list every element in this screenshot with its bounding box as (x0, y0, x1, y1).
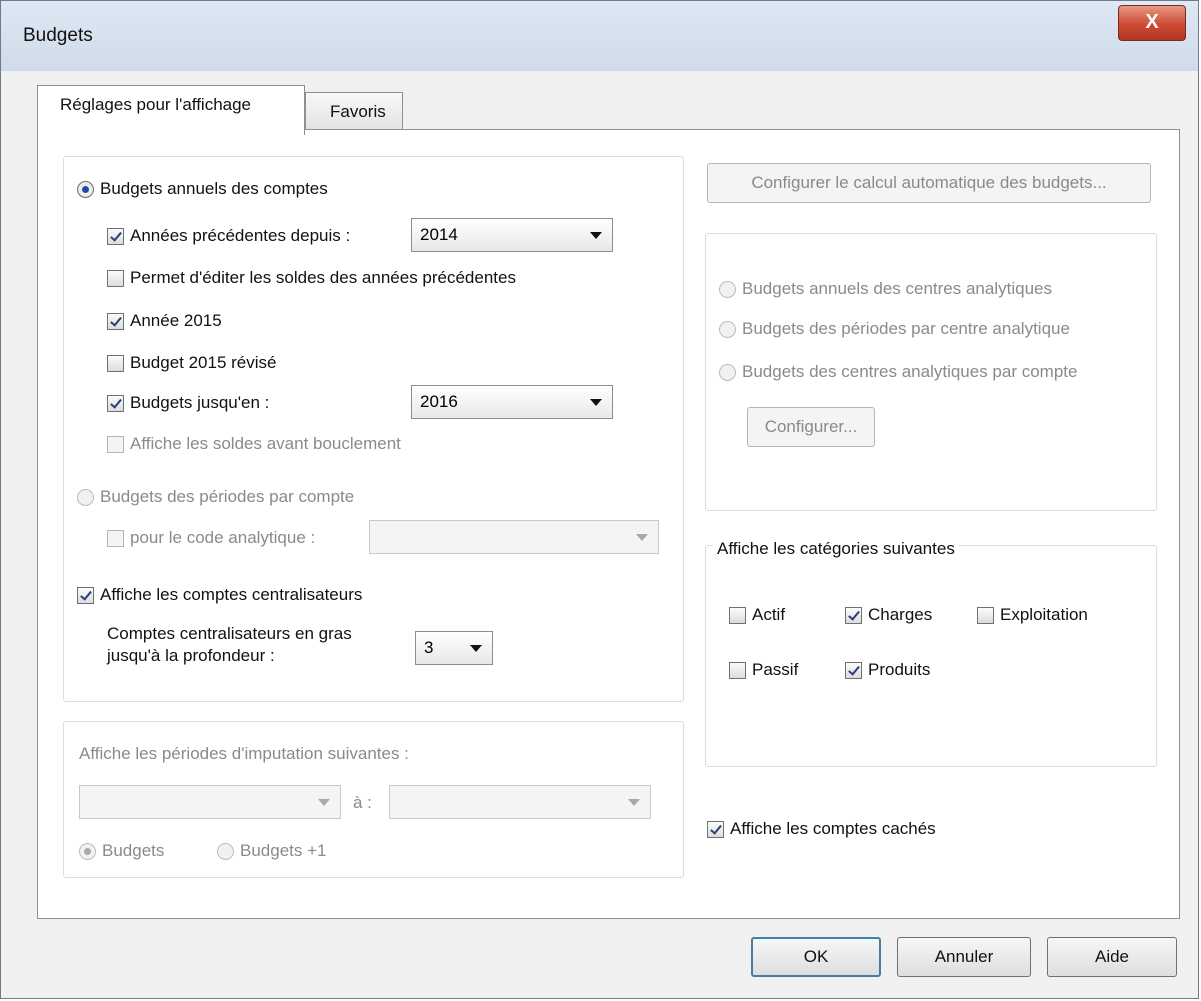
year-2015-checkbox[interactable]: Année 2015 (107, 311, 222, 331)
category-charges-checkbox[interactable]: Charges (845, 605, 932, 625)
tab-display-settings[interactable]: Réglages pour l'affichage (37, 85, 305, 135)
annual-centres-radio[interactable]: Budgets annuels des centres analytiques (719, 279, 1052, 299)
edit-previous-balances-label: Permet d'éditer les soldes des années pr… (130, 268, 516, 287)
chevron-down-icon (318, 799, 330, 806)
period-from-select[interactable] (79, 785, 341, 819)
centres-per-account-label: Budgets des centres analytiques par comp… (742, 362, 1078, 381)
period-budgets-radio[interactable]: Budgets des périodes par compte (77, 487, 354, 507)
hidden-accounts-label: Affiche les comptes cachés (730, 819, 936, 838)
previous-years-checkbox[interactable]: Années précédentes depuis : (107, 226, 350, 246)
bold-depth-label-line1: Comptes centralisateurs en gras (107, 624, 352, 643)
radio-indicator (719, 280, 736, 298)
annual-budgets-radio[interactable]: Budgets annuels des comptes (77, 179, 328, 199)
analytic-code-select[interactable] (369, 520, 659, 554)
period-to-select[interactable] (389, 785, 651, 819)
depth-select[interactable]: 3 (415, 631, 493, 665)
budgets-until-value: 2016 (420, 392, 458, 411)
checkbox-indicator (107, 269, 124, 287)
checkbox-indicator (729, 606, 746, 624)
year-2015-label: Année 2015 (130, 311, 222, 330)
chevron-down-icon (628, 799, 640, 806)
window-title: Budgets (23, 25, 93, 46)
category-charges-label: Charges (868, 605, 933, 624)
checkbox-indicator (107, 312, 124, 330)
depth-value: 3 (424, 638, 434, 657)
category-actif-checkbox[interactable]: Actif (729, 605, 785, 625)
category-passif-label: Passif (752, 660, 799, 679)
budgets-until-checkbox[interactable]: Budgets jusqu'en : (107, 393, 269, 413)
checkbox-indicator (845, 606, 862, 624)
category-exploitation-label: Exploitation (1000, 605, 1088, 624)
previous-years-value: 2014 (420, 225, 458, 244)
balances-before-closing-label: Affiche les soldes avant bouclement (130, 434, 401, 453)
category-produits-checkbox[interactable]: Produits (845, 660, 930, 680)
chevron-down-icon (636, 534, 648, 541)
hidden-accounts-checkbox[interactable]: Affiche les comptes cachés (707, 819, 936, 839)
budgets-radio-label: Budgets (102, 841, 165, 860)
checkbox-indicator (107, 529, 124, 547)
configure-button[interactable]: Configurer... (747, 407, 875, 447)
budgets-plus-one-radio[interactable]: Budgets +1 (217, 841, 327, 861)
revised-budget-checkbox[interactable]: Budget 2015 révisé (107, 353, 277, 373)
checkbox-indicator (107, 394, 124, 412)
tab-favorites[interactable]: Favoris (305, 92, 403, 130)
budgets-dialog: Budgets X Réglages pour l'affichage Favo… (0, 0, 1199, 999)
centralizing-accounts-checkbox[interactable]: Affiche les comptes centralisateurs (77, 585, 362, 605)
period-to-label: à : (353, 793, 372, 812)
radio-indicator (77, 488, 94, 506)
help-button[interactable]: Aide (1047, 937, 1177, 977)
category-actif-label: Actif (752, 605, 786, 624)
centralizing-accounts-label: Affiche les comptes centralisateurs (100, 585, 363, 604)
annual-budgets-label: Budgets annuels des comptes (100, 179, 328, 198)
category-produits-label: Produits (868, 660, 931, 679)
checkbox-indicator (107, 435, 124, 453)
chevron-down-icon (470, 645, 482, 652)
revised-budget-label: Budget 2015 révisé (130, 353, 277, 372)
centres-per-account-radio[interactable]: Budgets des centres analytiques par comp… (719, 362, 1077, 382)
category-passif-checkbox[interactable]: Passif (729, 660, 798, 680)
budgets-radio[interactable]: Budgets (79, 841, 164, 861)
checkbox-indicator (107, 354, 124, 372)
analytic-code-label: pour le code analytique : (130, 528, 316, 547)
budgets-until-select[interactable]: 2016 (411, 385, 613, 419)
checkbox-indicator (845, 661, 862, 679)
checkbox-indicator (707, 820, 724, 838)
chevron-down-icon (590, 399, 602, 406)
categories-group (705, 545, 1157, 767)
chevron-down-icon (590, 232, 602, 239)
period-budgets-label: Budgets des périodes par compte (100, 487, 355, 506)
annual-centres-label: Budgets annuels des centres analytiques (742, 279, 1052, 298)
title-bar: Budgets X (1, 1, 1198, 71)
period-centres-label: Budgets des périodes par centre analytiq… (742, 319, 1070, 338)
radio-indicator (79, 842, 96, 860)
radio-indicator (77, 180, 94, 198)
cancel-button[interactable]: Annuler (897, 937, 1031, 977)
category-exploitation-checkbox[interactable]: Exploitation (977, 605, 1088, 625)
analytic-code-checkbox[interactable]: pour le code analytique : (107, 528, 315, 548)
balances-before-closing-checkbox[interactable]: Affiche les soldes avant bouclement (107, 434, 401, 454)
checkbox-indicator (977, 606, 994, 624)
checkbox-indicator (77, 586, 94, 604)
previous-years-label: Années précédentes depuis : (130, 226, 351, 245)
radio-indicator (217, 842, 234, 860)
budgets-until-label: Budgets jusqu'en : (130, 393, 270, 412)
categories-title: Affiche les catégories suivantes (713, 539, 959, 559)
imputation-periods-title: Affiche les périodes d'imputation suivan… (79, 744, 409, 763)
bold-depth-label-line2: jusqu'à la profondeur : (107, 646, 275, 665)
ok-button[interactable]: OK (751, 937, 881, 977)
radio-indicator (719, 363, 736, 381)
checkbox-indicator (107, 227, 124, 245)
previous-years-select[interactable]: 2014 (411, 218, 613, 252)
configure-auto-calc-button[interactable]: Configurer le calcul automatique des bud… (707, 163, 1151, 203)
close-button[interactable]: X (1118, 5, 1186, 41)
budgets-plus-one-label: Budgets +1 (240, 841, 327, 860)
checkbox-indicator (729, 661, 746, 679)
edit-previous-balances-checkbox[interactable]: Permet d'éditer les soldes des années pr… (107, 268, 516, 288)
radio-indicator (719, 320, 736, 338)
period-centres-radio[interactable]: Budgets des périodes par centre analytiq… (719, 319, 1070, 339)
